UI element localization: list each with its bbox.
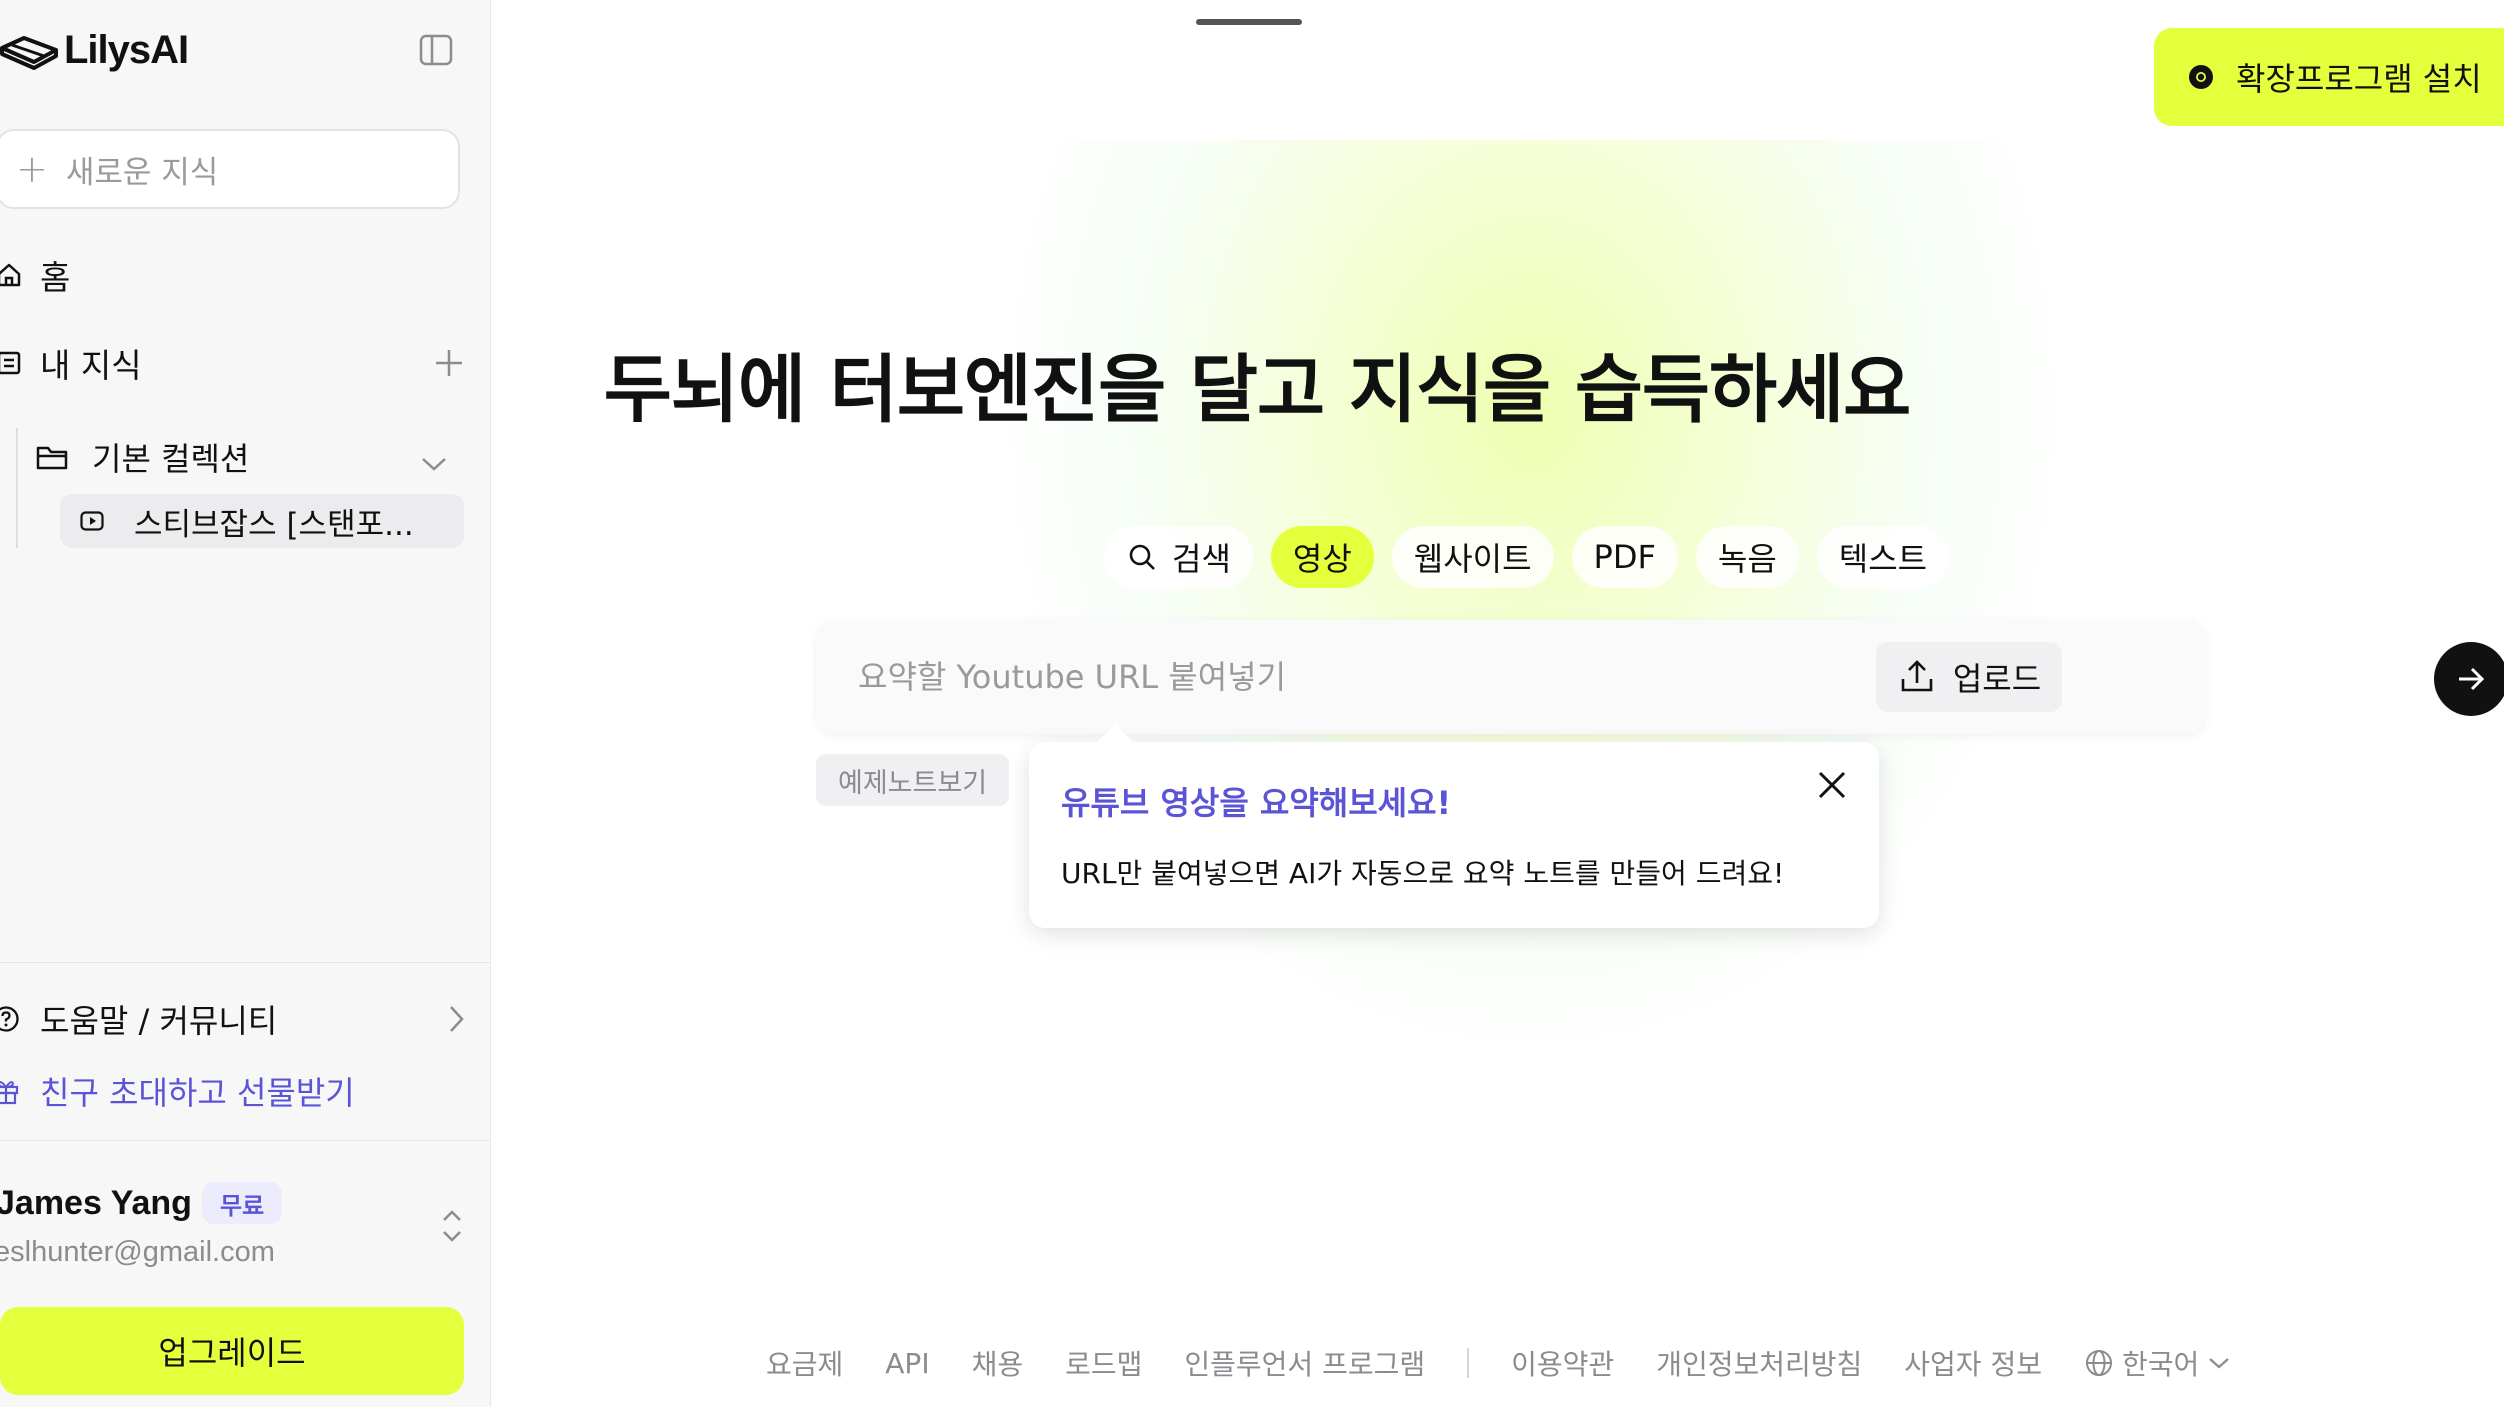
install-extension-button[interactable]: 확장프로그램 설치 xyxy=(2154,28,2504,126)
footer-link-terms[interactable]: 이용약관 xyxy=(1511,1343,1614,1383)
help-circle-icon xyxy=(0,1005,20,1033)
chrome-icon xyxy=(2189,65,2213,89)
tab-website[interactable]: 웹사이트 xyxy=(1391,526,1554,588)
install-extension-label: 확장프로그램 설치 xyxy=(2236,60,2482,98)
language-selector[interactable]: 한국어 xyxy=(2084,1343,2231,1383)
arrow-right-icon xyxy=(2459,667,2485,691)
language-label: 한국어 xyxy=(2121,1348,2200,1381)
upload-label: 업로드 xyxy=(1952,660,2042,698)
help-community-label: 도움말 / 커뮤니티 xyxy=(40,1002,278,1040)
footer-separator xyxy=(1467,1348,1470,1378)
tab-video[interactable]: 영상 xyxy=(1270,526,1374,588)
new-note-button[interactable]: + 새로운 지식 xyxy=(0,129,460,209)
footer-link-api[interactable]: API xyxy=(885,1347,929,1380)
user-email: eslhunter@gmail.com xyxy=(0,1236,275,1268)
video-icon xyxy=(80,510,106,532)
upgrade-button[interactable]: 업그레이드 xyxy=(0,1307,464,1395)
tab-text[interactable]: 텍스트 xyxy=(1816,526,1950,588)
sidebar-panel-icon xyxy=(419,34,453,66)
chevron-right-icon xyxy=(446,1004,466,1042)
chevron-up-down-icon xyxy=(443,1210,461,1242)
tab-search[interactable]: 검색 xyxy=(1104,526,1253,588)
source-tabs: 검색 영상 웹사이트 PDF 녹음 텍스트 xyxy=(1104,526,1950,588)
account-switch-button[interactable] xyxy=(436,1204,468,1248)
tab-pdf[interactable]: PDF xyxy=(1571,526,1678,588)
sidebar-item-my-knowledge[interactable]: 내 지식 xyxy=(0,338,142,388)
main-content: 확장프로그램 설치 두뇌에 터보엔진을 달고 지식을 습득하세요 검색 영상 웹… xyxy=(492,0,2504,1407)
footer-link-business-info[interactable]: 사업자 정보 xyxy=(1904,1343,2042,1383)
plus-icon xyxy=(436,350,462,376)
tooltip-body: URL만 붙여넣으면 AI가 자동으로 요약 노트를 만들어 드려요! xyxy=(1061,857,1785,890)
footer-link-roadmap[interactable]: 로드맵 xyxy=(1065,1343,1142,1383)
footer-link-influencer[interactable]: 인플루언서 프로그램 xyxy=(1184,1343,1425,1383)
user-name: James Yang xyxy=(0,1184,192,1222)
divider xyxy=(0,1140,491,1141)
url-input-box: 업로드 xyxy=(816,620,2504,734)
sidebar-item-my-knowledge-label: 내 지식 xyxy=(40,346,142,385)
globe-icon xyxy=(2084,1348,2114,1378)
sidebar: LilysAI + 새로운 지식 홈 내 지식 기본 컬렉션 스티브잡스 [스탠… xyxy=(0,0,491,1407)
close-icon xyxy=(1818,771,1846,799)
search-icon xyxy=(1126,541,1158,573)
tree-line xyxy=(16,428,18,548)
logo-text: LilysAI xyxy=(64,27,189,72)
sidebar-item-home-label: 홈 xyxy=(40,258,71,297)
onboarding-tooltip: 유튜브 영상을 요약해보세요! URL만 붙여넣으면 AI가 자동으로 요약 노… xyxy=(1029,724,1879,928)
tooltip-title: 유튜브 영상을 요약해보세요! xyxy=(1061,784,1452,822)
collection-name: 기본 컬렉션 xyxy=(92,440,250,478)
logo[interactable]: LilysAI xyxy=(0,24,189,76)
tab-search-label: 검색 xyxy=(1172,540,1231,578)
invite-friends-label: 친구 초대하고 선물받기 xyxy=(40,1074,355,1112)
url-input[interactable] xyxy=(858,658,1818,696)
chevron-down-icon[interactable] xyxy=(420,444,448,482)
invite-friends-link[interactable]: 친구 초대하고 선물받기 xyxy=(0,1066,355,1116)
logo-icon xyxy=(0,36,58,70)
note-item[interactable]: 스티브잡스 [스탠포... xyxy=(60,494,464,548)
sidebar-toggle-button[interactable] xyxy=(418,32,454,68)
new-note-label: 새로운 지식 xyxy=(65,154,219,191)
drag-handle[interactable] xyxy=(1196,19,1302,25)
plan-badge: 무료 xyxy=(202,1182,283,1224)
footer-link-careers[interactable]: 채용 xyxy=(972,1343,1024,1383)
gift-icon xyxy=(0,1077,20,1105)
home-icon xyxy=(0,260,24,290)
plus-icon: + xyxy=(16,147,48,191)
footer-link-pricing[interactable]: 요금제 xyxy=(766,1343,843,1383)
sidebar-item-home[interactable]: 홈 xyxy=(0,250,70,300)
upload-button[interactable]: 업로드 xyxy=(1876,642,2062,712)
note-item-title: 스티브잡스 [스탠포... xyxy=(134,506,414,543)
tooltip-close-button[interactable] xyxy=(1809,762,1855,808)
upload-icon xyxy=(1897,657,1937,697)
notebook-icon xyxy=(0,348,24,378)
page-headline: 두뇌에 터보엔진을 달고 지식을 습득하세요 xyxy=(603,347,1912,433)
footer-link-privacy[interactable]: 개인정보처리방침 xyxy=(1656,1343,1862,1383)
folder-icon xyxy=(36,442,70,472)
collection-item[interactable]: 기본 컬렉션 xyxy=(36,432,446,482)
add-knowledge-button[interactable] xyxy=(432,346,466,380)
submit-button[interactable] xyxy=(2434,642,2504,716)
example-notes-button[interactable]: 예제노트보기 xyxy=(816,754,1010,806)
divider xyxy=(0,962,491,963)
footer: 요금제 API 채용 로드맵 인플루언서 프로그램 이용약관 개인정보처리방침 … xyxy=(766,1340,2231,1386)
help-community-link[interactable]: 도움말 / 커뮤니티 xyxy=(0,994,470,1044)
tab-recording[interactable]: 녹음 xyxy=(1695,526,1799,588)
chevron-down-icon xyxy=(2209,1358,2229,1369)
